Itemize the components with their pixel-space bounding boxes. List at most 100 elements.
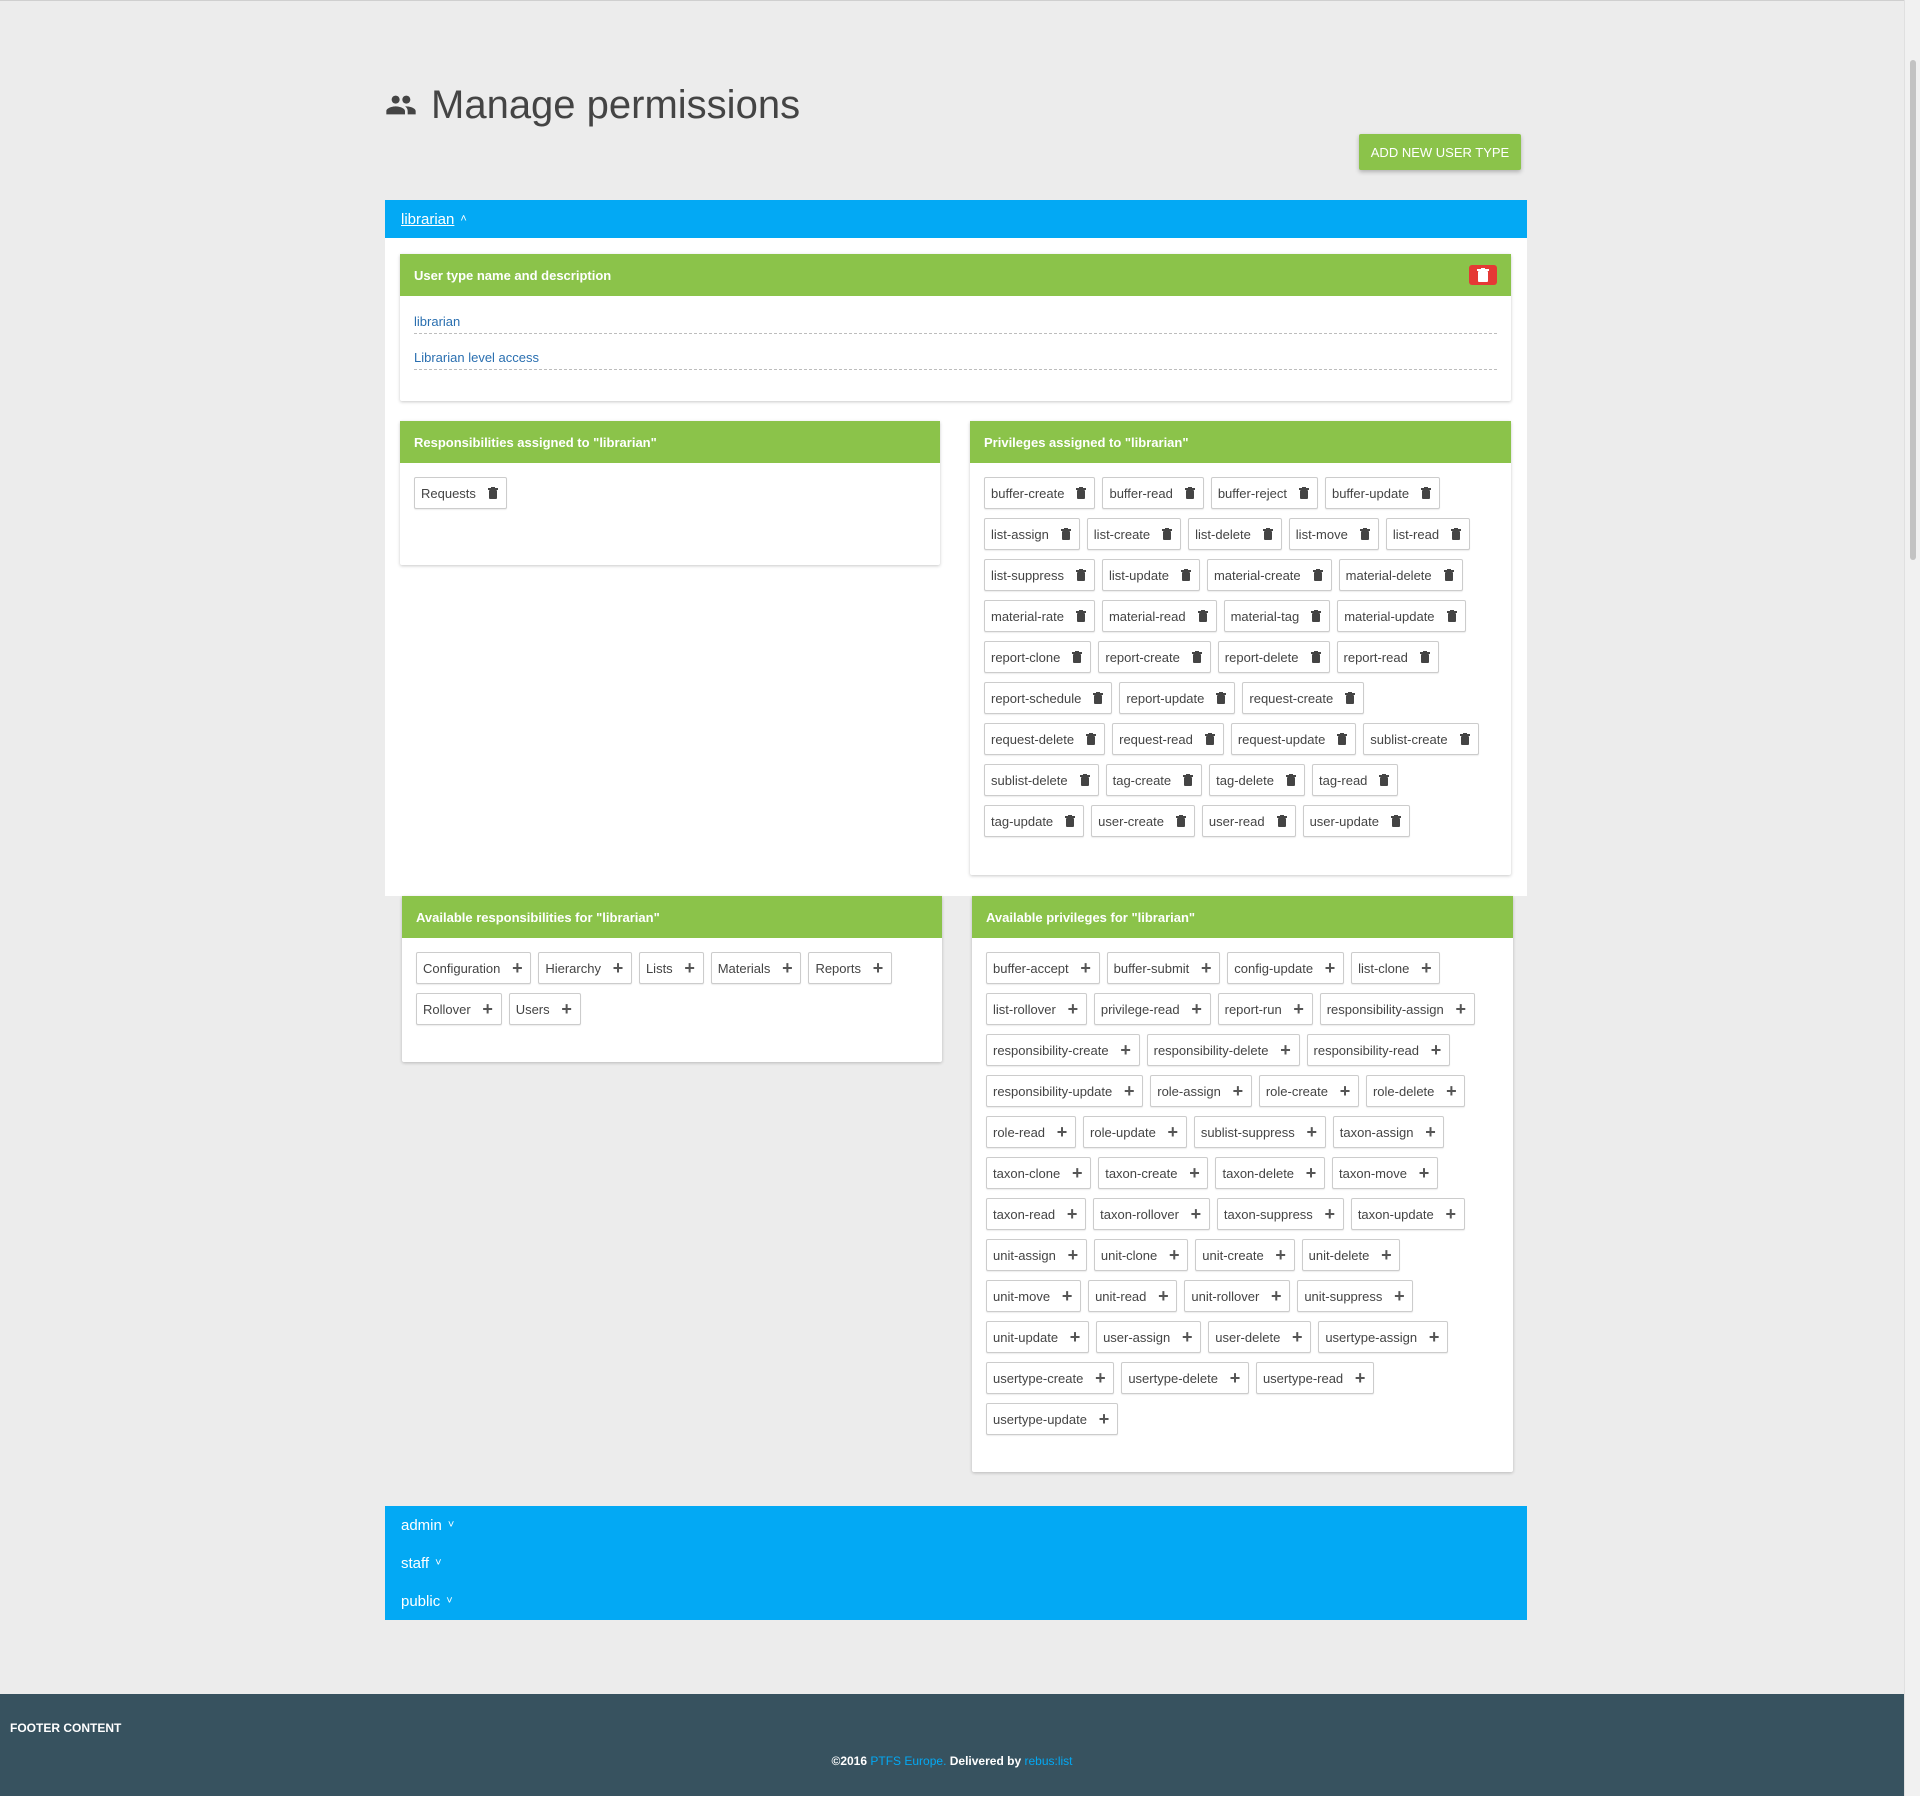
plus-icon[interactable]: + xyxy=(1305,1123,1319,1141)
plus-icon[interactable]: + xyxy=(1417,1164,1431,1182)
scrollbar-thumb[interactable] xyxy=(1910,60,1916,560)
trash-icon[interactable] xyxy=(1309,608,1323,624)
plus-icon[interactable]: + xyxy=(1070,1164,1084,1182)
trash-icon[interactable] xyxy=(1160,526,1174,542)
trash-icon[interactable] xyxy=(1442,567,1456,583)
plus-icon[interactable]: + xyxy=(1444,1082,1458,1100)
plus-icon[interactable]: + xyxy=(1055,1123,1069,1141)
plus-icon[interactable]: + xyxy=(1065,1205,1079,1223)
plus-icon[interactable]: + xyxy=(1429,1041,1443,1059)
trash-icon[interactable] xyxy=(1449,526,1463,542)
trash-icon[interactable] xyxy=(1078,772,1092,788)
plus-icon[interactable]: + xyxy=(1454,1000,1468,1018)
plus-icon[interactable]: + xyxy=(1444,1205,1458,1223)
plus-icon[interactable]: + xyxy=(1097,1410,1111,1428)
plus-icon[interactable]: + xyxy=(1392,1287,1406,1305)
plus-icon[interactable]: + xyxy=(1427,1328,1441,1346)
trash-icon[interactable] xyxy=(1183,485,1197,501)
trash-icon[interactable] xyxy=(1063,813,1077,829)
trash-icon[interactable] xyxy=(1190,649,1204,665)
trash-icon[interactable] xyxy=(1419,485,1433,501)
accordion-header-librarian[interactable]: librarian ˄ xyxy=(385,200,1527,238)
plus-icon[interactable]: + xyxy=(780,959,794,977)
plus-icon[interactable]: + xyxy=(683,959,697,977)
trash-icon[interactable] xyxy=(1275,813,1289,829)
trash-icon[interactable] xyxy=(1284,772,1298,788)
company-link[interactable]: PTFS Europe. xyxy=(870,1754,946,1768)
trash-icon[interactable] xyxy=(1418,649,1432,665)
vertical-scrollbar[interactable] xyxy=(1904,0,1920,1796)
trash-icon[interactable] xyxy=(1214,690,1228,706)
assigned-chip: sublist-create xyxy=(1363,723,1479,755)
trash-icon[interactable] xyxy=(1059,526,1073,542)
trash-icon[interactable] xyxy=(1084,731,1098,747)
plus-icon[interactable]: + xyxy=(560,1000,574,1018)
accordion-header-staff[interactable]: staff ˅ xyxy=(385,1544,1527,1582)
trash-icon[interactable] xyxy=(1358,526,1372,542)
plus-icon[interactable]: + xyxy=(510,959,524,977)
plus-icon[interactable]: + xyxy=(1419,959,1433,977)
trash-icon[interactable] xyxy=(1181,772,1195,788)
trash-icon[interactable] xyxy=(1445,608,1459,624)
plus-icon[interactable]: + xyxy=(1228,1369,1242,1387)
plus-icon[interactable]: + xyxy=(1338,1082,1352,1100)
trash-icon[interactable] xyxy=(1297,485,1311,501)
plus-icon[interactable]: + xyxy=(1166,1123,1180,1141)
plus-icon[interactable]: + xyxy=(481,1000,495,1018)
trash-icon[interactable] xyxy=(1174,813,1188,829)
plus-icon[interactable]: + xyxy=(1190,1000,1204,1018)
plus-icon[interactable]: + xyxy=(1187,1164,1201,1182)
product-link[interactable]: rebus:list xyxy=(1024,1754,1072,1768)
trash-icon[interactable] xyxy=(1335,731,1349,747)
plus-icon[interactable]: + xyxy=(1292,1000,1306,1018)
plus-icon[interactable]: + xyxy=(611,959,625,977)
plus-icon[interactable]: + xyxy=(1279,1041,1293,1059)
trash-icon[interactable] xyxy=(1074,567,1088,583)
user-type-name-field[interactable]: librarian xyxy=(414,306,1497,334)
delete-user-type-button[interactable] xyxy=(1469,265,1497,285)
plus-icon[interactable]: + xyxy=(1379,1246,1393,1264)
trash-icon[interactable] xyxy=(1091,690,1105,706)
plus-icon[interactable]: + xyxy=(1323,959,1337,977)
plus-icon[interactable]: + xyxy=(1119,1041,1133,1059)
plus-icon[interactable]: + xyxy=(1060,1287,1074,1305)
trash-icon[interactable] xyxy=(486,485,500,501)
plus-icon[interactable]: + xyxy=(1066,1246,1080,1264)
plus-icon[interactable]: + xyxy=(1189,1205,1203,1223)
plus-icon[interactable]: + xyxy=(1304,1164,1318,1182)
trash-icon[interactable] xyxy=(1377,772,1391,788)
plus-icon[interactable]: + xyxy=(1323,1205,1337,1223)
plus-icon[interactable]: + xyxy=(1423,1123,1437,1141)
plus-icon[interactable]: + xyxy=(1156,1287,1170,1305)
trash-icon[interactable] xyxy=(1261,526,1275,542)
plus-icon[interactable]: + xyxy=(871,959,885,977)
trash-icon[interactable] xyxy=(1458,731,1472,747)
plus-icon[interactable]: + xyxy=(1180,1328,1194,1346)
plus-icon[interactable]: + xyxy=(1199,959,1213,977)
user-type-description-field[interactable]: Librarian level access xyxy=(414,342,1497,370)
trash-icon[interactable] xyxy=(1074,608,1088,624)
trash-icon[interactable] xyxy=(1074,485,1088,501)
plus-icon[interactable]: + xyxy=(1068,1328,1082,1346)
trash-icon[interactable] xyxy=(1309,649,1323,665)
add-new-user-type-button[interactable]: ADD NEW USER TYPE xyxy=(1359,134,1521,170)
trash-icon[interactable] xyxy=(1343,690,1357,706)
trash-icon[interactable] xyxy=(1196,608,1210,624)
trash-icon[interactable] xyxy=(1389,813,1403,829)
trash-icon[interactable] xyxy=(1203,731,1217,747)
accordion-header-admin[interactable]: admin ˅ xyxy=(385,1506,1527,1544)
trash-icon[interactable] xyxy=(1179,567,1193,583)
trash-icon[interactable] xyxy=(1070,649,1084,665)
accordion-header-public[interactable]: public ˅ xyxy=(385,1582,1527,1620)
plus-icon[interactable]: + xyxy=(1353,1369,1367,1387)
plus-icon[interactable]: + xyxy=(1122,1082,1136,1100)
plus-icon[interactable]: + xyxy=(1093,1369,1107,1387)
plus-icon[interactable]: + xyxy=(1167,1246,1181,1264)
plus-icon[interactable]: + xyxy=(1274,1246,1288,1264)
plus-icon[interactable]: + xyxy=(1290,1328,1304,1346)
plus-icon[interactable]: + xyxy=(1269,1287,1283,1305)
trash-icon[interactable] xyxy=(1311,567,1325,583)
plus-icon[interactable]: + xyxy=(1231,1082,1245,1100)
plus-icon[interactable]: + xyxy=(1079,959,1093,977)
plus-icon[interactable]: + xyxy=(1066,1000,1080,1018)
